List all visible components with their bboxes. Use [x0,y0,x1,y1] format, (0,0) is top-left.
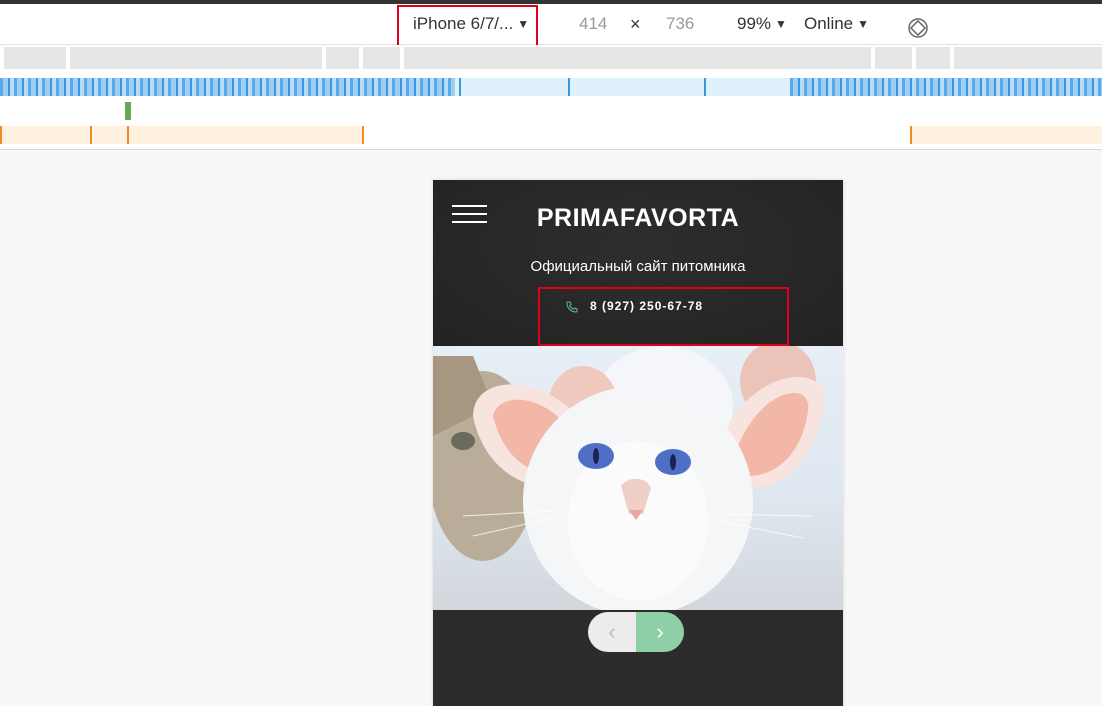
media-segment[interactable] [954,47,1102,69]
device-viewport: PRIMAFAVORTA Официальный сайт питомника … [433,180,843,706]
network-value: Online [804,14,854,33]
zoom-caret-icon: ▼ [775,17,787,31]
chevron-left-icon: ‹ [608,619,616,644]
media-query-band-mid[interactable] [455,78,790,96]
media-query-marker[interactable] [459,78,461,96]
media-query-marker[interactable] [568,78,570,96]
media-segment[interactable] [326,47,359,69]
site-brand[interactable]: PRIMAFAVORTA [433,204,843,233]
media-query-marker-orange[interactable] [910,126,912,144]
network-throttle-select[interactable]: Online ▼ [804,4,869,44]
device-toolbar: iPhone 6/7/... ▼ 414 × 736 99% ▼ Online ▼ [0,4,1102,47]
viewport-width-input[interactable]: 414 [579,4,607,44]
media-segment[interactable] [4,47,66,69]
kitten-photo [433,346,843,610]
media-segment[interactable] [916,47,950,69]
media-query-band-orange[interactable] [910,126,1102,144]
phone-highlight-box [538,287,789,346]
chevron-right-icon: › [656,619,664,644]
media-query-marker-orange[interactable] [127,126,129,144]
viewport-height-input[interactable]: 736 [666,4,694,44]
media-segment[interactable] [363,47,400,69]
rotate-icon[interactable] [907,17,929,39]
media-query-marker[interactable] [704,78,706,96]
media-segment[interactable] [875,47,912,69]
media-segment[interactable] [404,47,871,69]
zoom-select[interactable]: 99% ▼ [737,4,787,44]
media-query-marker-orange[interactable] [362,126,364,144]
media-query-band-max[interactable] [0,78,455,96]
dimension-separator: × [630,14,641,34]
zoom-value: 99% [737,14,772,33]
media-query-marker-green[interactable] [125,102,131,120]
slider-next-button[interactable]: › [636,612,684,652]
device-highlight-box [397,5,538,47]
media-query-marker-orange[interactable] [0,126,2,144]
kitten-photo-image [433,346,824,610]
media-query-band-orange[interactable] [0,126,364,144]
network-caret-icon: ▼ [857,17,870,31]
media-query-band-min[interactable] [790,78,1102,96]
site-subtitle: Официальный сайт питомника [530,258,746,275]
media-query-marker-orange[interactable] [90,126,92,144]
slider-prev-button[interactable]: ‹ [588,612,636,652]
media-query-ruler [0,45,1102,150]
media-segment[interactable] [70,47,322,69]
